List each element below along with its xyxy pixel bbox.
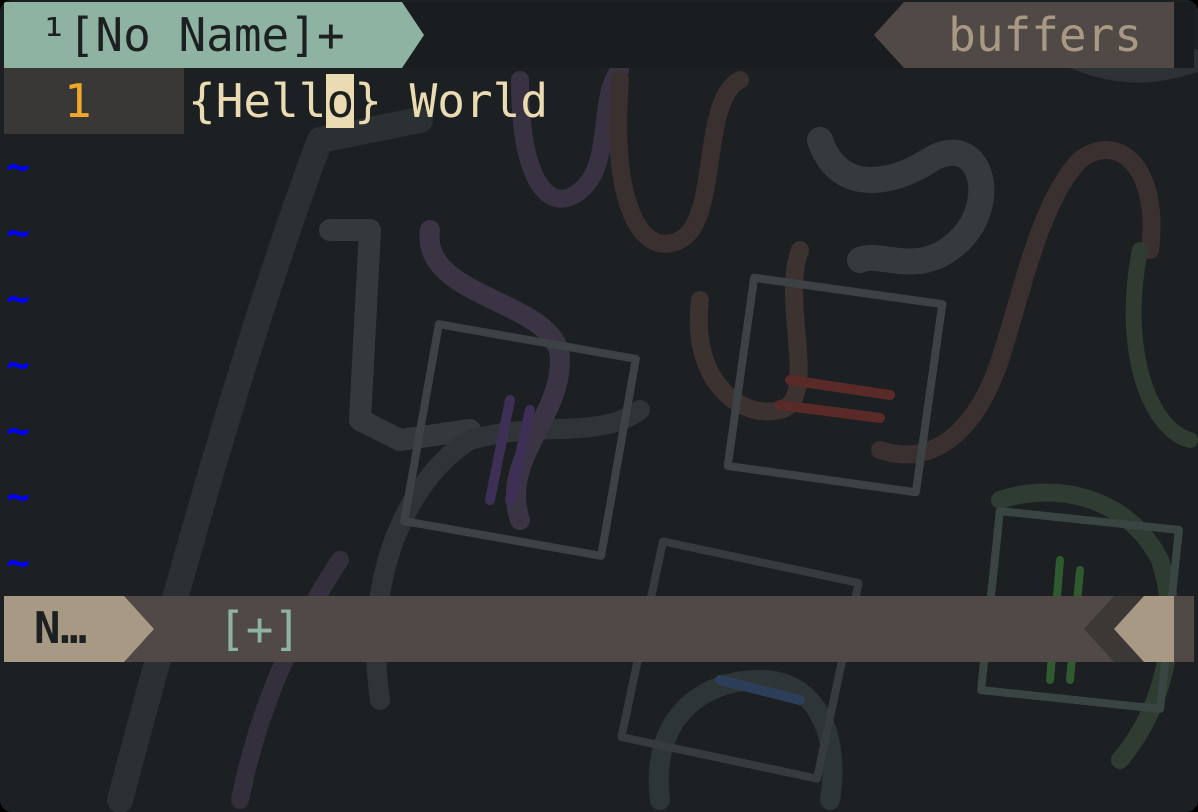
- line-number-gutter: 1: [4, 68, 184, 134]
- text-after-cursor: } World: [354, 74, 549, 128]
- empty-line-marker: ~: [6, 408, 31, 454]
- mode-indicator: N…: [4, 596, 164, 662]
- empty-line-marker: ~: [6, 210, 31, 256]
- line-text[interactable]: {Hello} World: [188, 68, 548, 134]
- empty-line-marker: ~: [6, 144, 31, 190]
- statusline: N… [+]: [4, 596, 1194, 662]
- terminal-window: ¹[No Name]+ buffers 1 {Hello} World ~ ~ …: [0, 0, 1198, 812]
- buffers-indicator: buffers: [874, 2, 1174, 68]
- empty-line-marker: ~: [6, 342, 31, 388]
- buffer-line[interactable]: 1 {Hello} World: [4, 68, 1194, 134]
- modified-flag: [+]: [218, 602, 302, 656]
- tabline: ¹[No Name]+ buffers: [4, 2, 1194, 68]
- empty-line-marker: ~: [6, 276, 31, 322]
- buffers-label: buffers: [948, 8, 1142, 62]
- empty-line-marker: ~: [6, 540, 31, 586]
- tab-label: ¹[No Name]+: [40, 8, 345, 62]
- line-number: 1: [64, 74, 92, 128]
- empty-line-marker: ~: [6, 474, 31, 520]
- tab-no-name[interactable]: ¹[No Name]+: [4, 2, 424, 68]
- cursor: o: [326, 74, 355, 128]
- text-before-cursor: {Hell: [188, 74, 327, 128]
- mode-label: N…: [34, 603, 87, 654]
- statusline-right-separator-icon: [1084, 596, 1174, 662]
